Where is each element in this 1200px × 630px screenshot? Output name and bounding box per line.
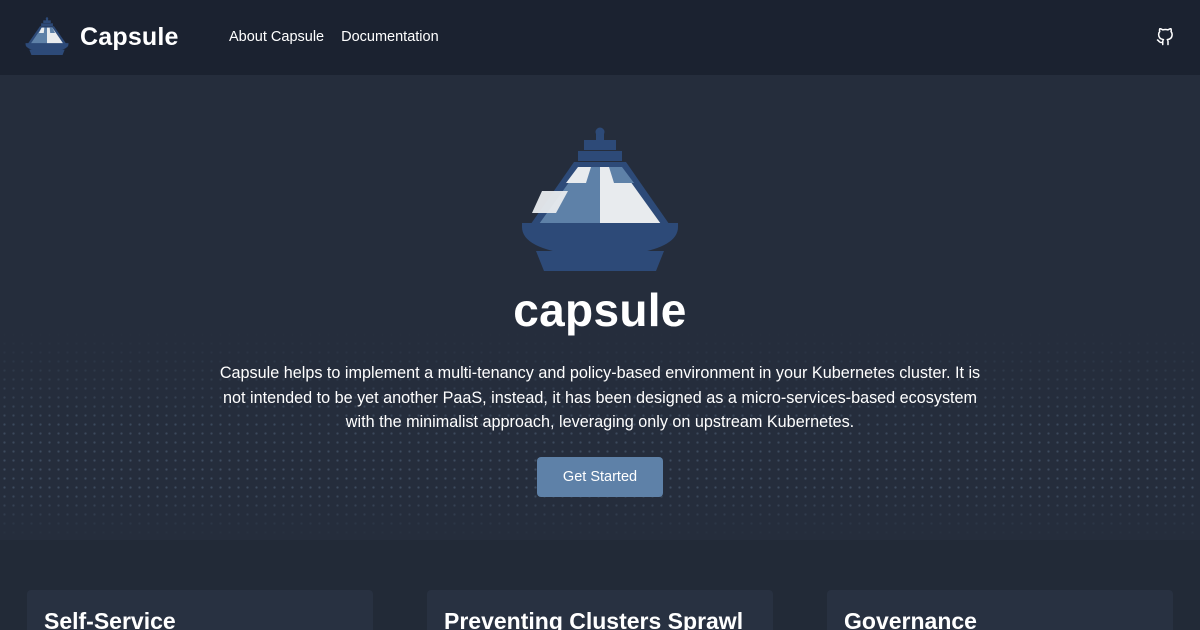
- main-nav: About Capsule Documentation: [229, 29, 456, 45]
- hero-title: capsule: [513, 284, 687, 336]
- feature-title: Governance: [844, 608, 977, 630]
- feature-card-governance: Governance: [827, 590, 1173, 630]
- nav-link-about[interactable]: About Capsule: [229, 29, 324, 45]
- capsule-logo-icon: [25, 17, 69, 55]
- hero-description: Capsule helps to implement a multi-tenan…: [219, 364, 981, 431]
- get-started-button[interactable]: Get Started: [537, 457, 663, 497]
- github-icon: [1156, 28, 1173, 46]
- hero-section: capsule Capsule helps to implement a mul…: [0, 75, 1200, 540]
- page: Capsule About Capsule Documentation caps…: [0, 0, 1200, 630]
- brand-link[interactable]: Capsule: [25, 17, 179, 57]
- feature-title: Preventing Clusters Sprawl: [444, 608, 744, 630]
- features-section: Self-Service Preventing Clusters Sprawl …: [0, 540, 1200, 630]
- navbar: Capsule About Capsule Documentation: [0, 0, 1200, 75]
- nav-link-documentation[interactable]: Documentation: [341, 29, 439, 45]
- feature-card-clusters-sprawl: Preventing Clusters Sprawl: [427, 590, 773, 630]
- capsule-hero-logo-icon: [522, 127, 678, 271]
- brand-name: Capsule: [80, 22, 179, 51]
- feature-title: Self-Service: [44, 608, 176, 630]
- feature-card-self-service: Self-Service: [27, 590, 373, 630]
